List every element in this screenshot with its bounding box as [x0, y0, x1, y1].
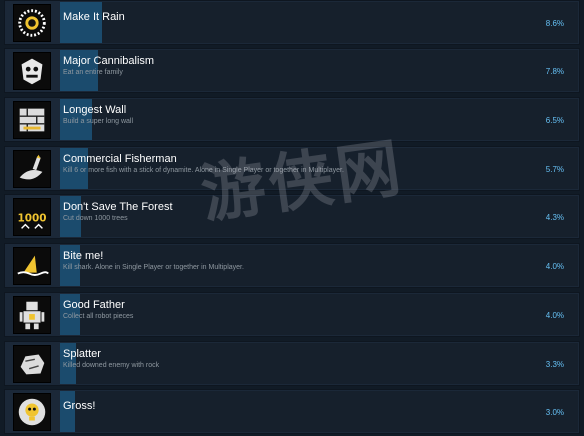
tribal-mask-icon — [13, 52, 51, 90]
achievement-title: Major Cannibalism — [63, 55, 155, 67]
achievement-title: Don't Save The Forest — [63, 201, 173, 213]
shark-fin-icon — [13, 247, 51, 285]
achievement-row[interactable]: Bite me! Kill shark. Alone in Single Pla… — [4, 243, 580, 288]
achievement-percent: 4.0% — [545, 311, 564, 320]
achievement-percent: 8.6% — [545, 19, 564, 28]
progress-track — [60, 2, 578, 43]
achievement-percent: 4.3% — [545, 213, 564, 222]
achievement-title: Make It Rain — [63, 11, 125, 23]
achievement-row[interactable]: 1000 Don't Save The Forest Cut down 1000… — [4, 194, 580, 239]
dynamite-fish-icon — [13, 150, 51, 188]
robot-icon — [13, 296, 51, 334]
achievement-row[interactable]: Gross! 3.0% — [4, 389, 580, 434]
achievement-row[interactable]: Splatter Killed downed enemy with rock 3… — [4, 341, 580, 386]
achievement-title: Bite me! — [63, 250, 104, 262]
achievement-description: Cut down 1000 trees — [63, 215, 128, 222]
achievement-percent: 3.3% — [545, 360, 564, 369]
achievement-description: Build a super long wall — [63, 118, 134, 125]
sun-burst-icon — [13, 4, 51, 42]
achievement-title: Commercial Fisherman — [63, 153, 177, 165]
achievement-row[interactable]: Longest Wall Build a super long wall 6.5… — [4, 97, 580, 142]
achievement-list: Make It Rain 8.6% Major Cannibalism Eat … — [0, 0, 584, 436]
achievement-description: Kill shark. Alone in Single Player or to… — [63, 264, 244, 271]
achievement-description: Eat an entire family — [63, 69, 123, 76]
achievement-title: Good Father — [63, 299, 125, 311]
achievement-row[interactable]: Make It Rain 8.6% — [4, 0, 580, 45]
1000-trees-icon: 1000 — [13, 198, 51, 236]
achievement-percent: 7.8% — [545, 67, 564, 76]
achievement-percent: 6.5% — [545, 116, 564, 125]
achievement-row[interactable]: Good Father Collect all robot pieces 4.0… — [4, 292, 580, 337]
achievement-title: Splatter — [63, 348, 101, 360]
svg-text:1000: 1000 — [18, 213, 47, 225]
rock-icon — [13, 345, 51, 383]
achievement-title: Longest Wall — [63, 104, 127, 116]
achievement-row[interactable]: Commercial Fisherman Kill 6 or more fish… — [4, 146, 580, 191]
progress-track — [60, 294, 578, 335]
achievement-percent: 5.7% — [545, 165, 564, 174]
achievement-description: Kill 6 or more fish with a stick of dyna… — [63, 167, 344, 174]
achievement-percent: 3.0% — [545, 408, 564, 417]
achievement-description: Killed downed enemy with rock — [63, 362, 160, 369]
achievement-title: Gross! — [63, 400, 96, 412]
progress-track — [60, 99, 578, 140]
wall-icon — [13, 101, 51, 139]
achievement-description: Collect all robot pieces — [63, 313, 134, 320]
achievement-row[interactable]: Major Cannibalism Eat an entire family 7… — [4, 48, 580, 93]
skull-badge-icon — [13, 393, 51, 431]
progress-track — [60, 391, 578, 432]
achievement-percent: 4.0% — [545, 262, 564, 271]
